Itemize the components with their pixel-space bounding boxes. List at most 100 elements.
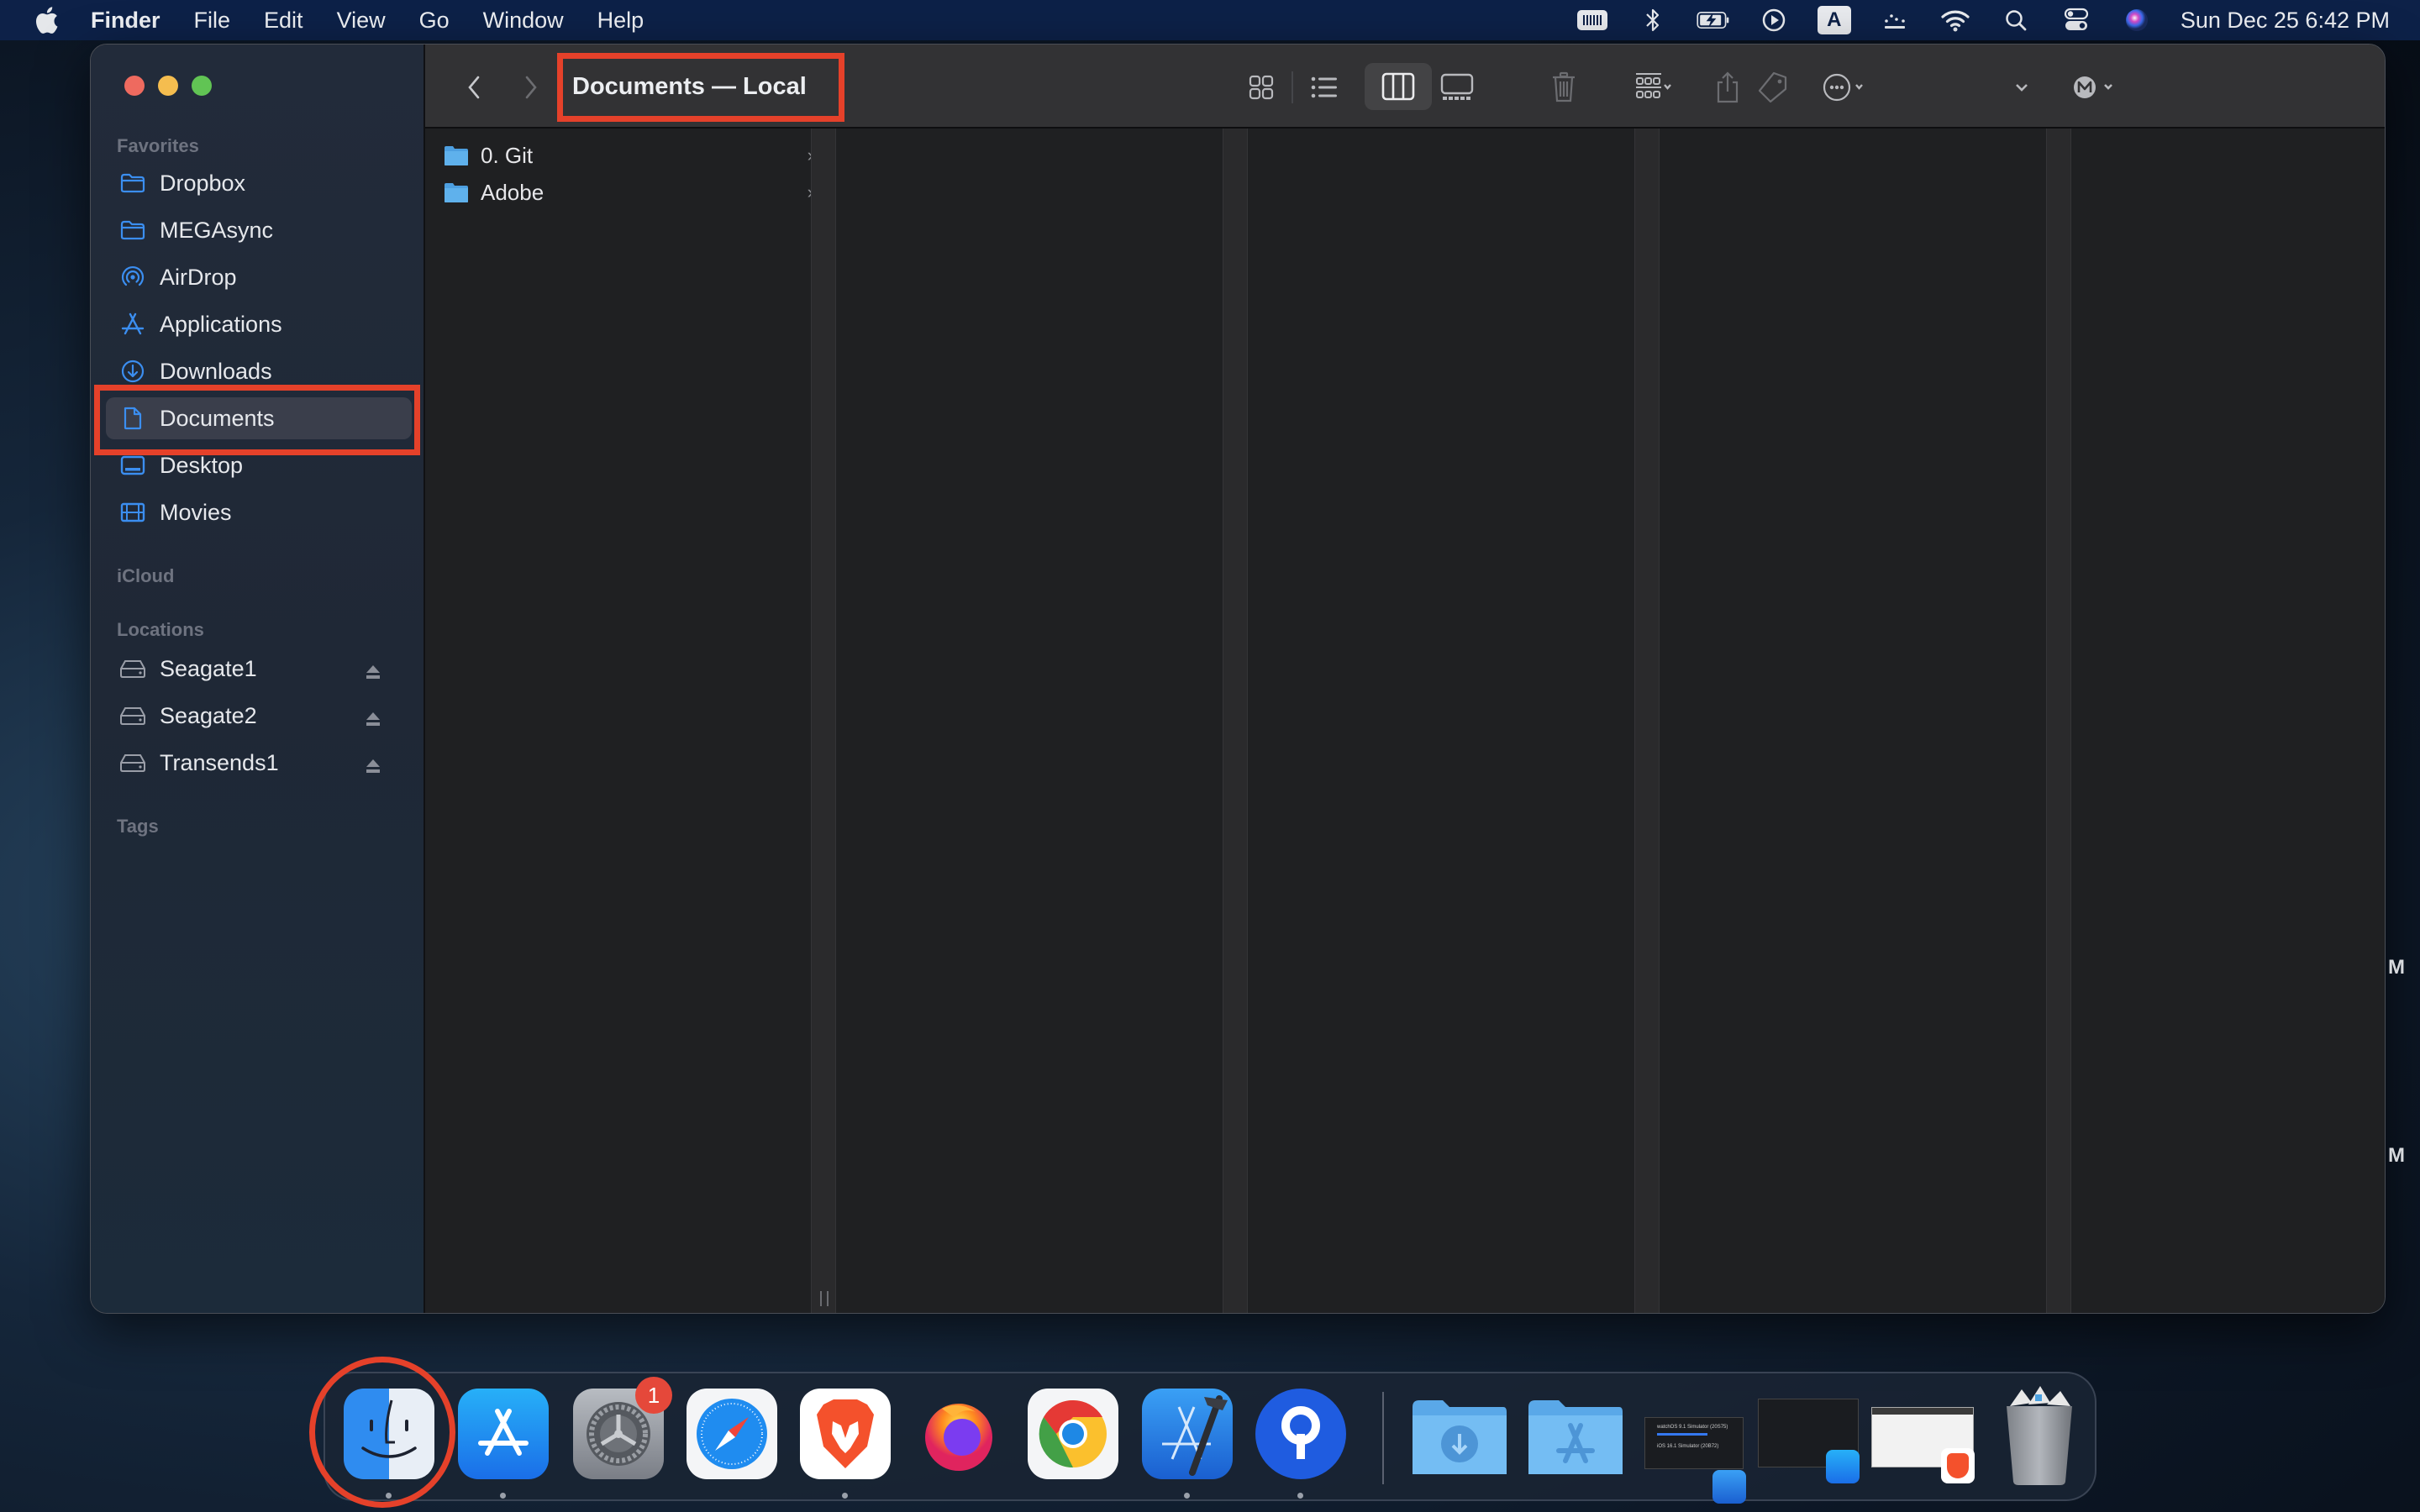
sidebar-item-megasync[interactable]: MEGAsync: [106, 209, 412, 251]
dock-app-safari[interactable]: [687, 1389, 777, 1479]
back-button[interactable]: [457, 68, 491, 107]
sidebar-section-favorites: Favorites: [117, 135, 199, 156]
sidebar-section-icloud: iCloud: [117, 565, 175, 586]
dock-stack-downloads[interactable]: [1409, 1392, 1510, 1483]
dock-app-system-preferences[interactable]: 1: [573, 1377, 672, 1479]
menu-edit[interactable]: Edit: [264, 8, 303, 34]
sidebar-item-label: MEGAsync: [160, 217, 274, 243]
view-divider: [1292, 71, 1293, 103]
sidebar-section-tags: Tags: [117, 816, 159, 837]
sidebar-item-applications[interactable]: Applications: [106, 303, 412, 345]
annotation-highlight-title: [557, 53, 844, 122]
trash-button[interactable]: [1547, 68, 1581, 107]
menu-window[interactable]: Window: [483, 8, 564, 34]
menu-view[interactable]: View: [337, 8, 386, 34]
close-button[interactable]: [124, 76, 145, 96]
play-circle-icon[interactable]: [1757, 7, 1791, 34]
menu-help[interactable]: Help: [597, 8, 644, 34]
progress-bar: [1657, 1433, 1707, 1436]
keyboard-brightness-icon[interactable]: [1576, 7, 1609, 34]
brave-lion-icon: [817, 1399, 874, 1468]
column-grip-icon[interactable]: [820, 1291, 829, 1306]
sidebar-item-label: Seagate2: [160, 702, 257, 728]
control-center-icon[interactable]: [2060, 7, 2093, 34]
window-controls: [124, 76, 212, 96]
sidebar-item-seagate1[interactable]: Seagate1: [106, 648, 412, 690]
apple-menu-icon[interactable]: [32, 6, 60, 34]
column-resize-handle[interactable]: [1223, 129, 1248, 1313]
menu-app-finder[interactable]: Finder: [91, 8, 160, 34]
list-view-button[interactable]: [1303, 68, 1345, 107]
spotlight-icon[interactable]: [1999, 7, 2033, 34]
list-item-folder[interactable]: Adobe ›: [444, 174, 822, 211]
sidebar: Favorites Dropbox MEGAsync AirDrop Appli…: [91, 45, 425, 1313]
column-3[interactable]: [1248, 129, 1634, 1313]
dock-trash[interactable]: [1997, 1380, 2081, 1489]
dock: 1 watchOS 9.1 Simulator (20S75) iOS 16.1…: [324, 1372, 2096, 1504]
zoom-button[interactable]: [192, 76, 212, 96]
action-menu-button[interactable]: [1812, 68, 1877, 107]
minimize-button[interactable]: [158, 76, 178, 96]
trash-full-icon: [2007, 1386, 2072, 1485]
menubar-clock[interactable]: Sun Dec 25 6:42 PM: [2181, 8, 2390, 34]
sidebar-item-airdrop[interactable]: AirDrop: [106, 256, 412, 298]
column-resize-handle[interactable]: [1634, 129, 1660, 1313]
dock-app-brave[interactable]: [800, 1389, 891, 1479]
safari-compass-icon: [697, 1399, 767, 1469]
share-button[interactable]: [1711, 68, 1744, 107]
tag-button[interactable]: [1754, 68, 1791, 107]
desktop-icon-label: M: [2388, 1144, 2405, 1167]
menu-file[interactable]: File: [194, 8, 231, 34]
running-indicator: [842, 1493, 848, 1499]
desktop-icon-label: M: [2388, 956, 2405, 979]
column-1[interactable]: 0. Git › Adobe ›: [425, 129, 813, 1313]
dock-stack-applications[interactable]: [1525, 1392, 1626, 1483]
finder-window: Favorites Dropbox MEGAsync AirDrop Appli…: [90, 44, 2386, 1314]
wifi-icon[interactable]: [1939, 7, 1972, 34]
sidebar-item-movies[interactable]: Movies: [106, 491, 412, 533]
menu-go[interactable]: Go: [419, 8, 450, 34]
sidebar-item-transends1[interactable]: Transends1: [106, 742, 412, 784]
forward-button[interactable]: [514, 68, 548, 107]
column-4[interactable]: [1660, 129, 2046, 1313]
dock-minimized-window-app-store[interactable]: [1758, 1399, 1860, 1483]
bluetooth-icon[interactable]: [1636, 7, 1670, 34]
dock-app-pocket-casts[interactable]: [1255, 1389, 1346, 1479]
app-store-badge-icon: [1826, 1450, 1860, 1483]
battery-charging-icon[interactable]: [1697, 7, 1730, 34]
input-source-label: A: [1817, 6, 1851, 34]
megasync-menu-button[interactable]: [2065, 68, 2124, 107]
column-view-button[interactable]: [1365, 63, 1432, 110]
activity-icon[interactable]: [1878, 7, 1912, 34]
column-resize-handle[interactable]: [2046, 129, 2071, 1313]
input-source-icon[interactable]: A: [1817, 6, 1851, 34]
window-toolbar: [1872, 1408, 1973, 1415]
sidebar-item-label: Dropbox: [160, 170, 246, 196]
list-item-folder[interactable]: 0. Git ›: [444, 137, 822, 174]
eject-icon[interactable]: [365, 660, 381, 679]
column-2[interactable]: [836, 129, 1223, 1313]
sidebar-item-seagate2[interactable]: Seagate2: [106, 695, 412, 737]
column-5[interactable]: [2071, 129, 2385, 1313]
dock-app-app-store[interactable]: [458, 1389, 549, 1479]
sidebar-item-label: Desktop: [160, 452, 244, 478]
dock-minimized-window-brave[interactable]: [1871, 1407, 1975, 1483]
column-resize-handle[interactable]: [811, 129, 836, 1313]
eject-icon[interactable]: [365, 754, 381, 773]
sidebar-item-dropbox[interactable]: Dropbox: [106, 162, 412, 204]
notification-badge: 1: [635, 1377, 672, 1414]
overflow-chevron-button[interactable]: [2009, 68, 2034, 107]
dock-minimized-window-xcode[interactable]: watchOS 9.1 Simulator (20S75) iOS 16.1 S…: [1644, 1417, 1746, 1504]
dock-app-chrome[interactable]: [1028, 1389, 1118, 1479]
icon-view-button[interactable]: [1240, 68, 1282, 107]
dock-app-xcode[interactable]: [1142, 1389, 1233, 1479]
sidebar-section-locations: Locations: [117, 619, 204, 640]
drive-icon: [119, 655, 146, 682]
dock-app-firefox[interactable]: [913, 1389, 1004, 1479]
gallery-view-button[interactable]: [1434, 68, 1481, 107]
desktop-icon: [119, 452, 146, 479]
group-by-button[interactable]: [1620, 68, 1686, 107]
sidebar-item-label: AirDrop: [160, 264, 237, 290]
siri-icon[interactable]: [2120, 7, 2154, 34]
eject-icon[interactable]: [365, 707, 381, 726]
